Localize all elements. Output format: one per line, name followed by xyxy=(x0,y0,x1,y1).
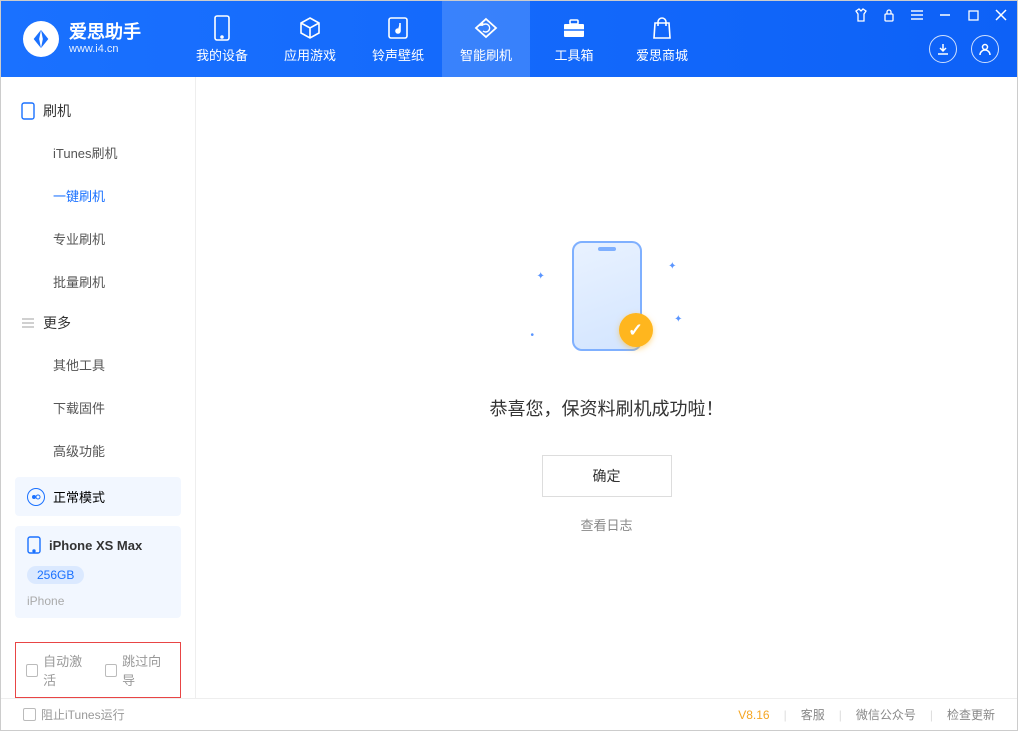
nav-store[interactable]: 爱思商城 xyxy=(618,1,706,77)
sidebar-item-batch-flash[interactable]: 批量刷机 xyxy=(1,260,195,303)
main-content: ✦✦•✦ ✓ 恭喜您，保资料刷机成功啦！ 确定 查看日志 xyxy=(196,77,1017,698)
sidebar: 刷机 iTunes刷机 一键刷机 专业刷机 批量刷机 更多 其他工具 下载固件 … xyxy=(1,77,196,698)
sidebar-item-itunes-flash[interactable]: iTunes刷机 xyxy=(1,131,195,174)
shirt-icon[interactable] xyxy=(853,7,869,23)
list-icon xyxy=(21,317,35,329)
toolbox-icon xyxy=(561,15,587,41)
minimize-button[interactable] xyxy=(937,7,953,23)
refresh-icon xyxy=(473,15,499,41)
sidebar-item-other-tools[interactable]: 其他工具 xyxy=(1,343,195,386)
storage-badge: 256GB xyxy=(27,566,84,584)
sidebar-section-more: 更多 xyxy=(1,303,195,343)
footer-link-wechat[interactable]: 微信公众号 xyxy=(856,706,916,723)
version-label: V8.16 xyxy=(738,708,769,722)
brand-url: www.i4.cn xyxy=(69,43,141,55)
nav-apps[interactable]: 应用游戏 xyxy=(266,1,354,77)
footer-link-support[interactable]: 客服 xyxy=(801,706,825,723)
music-icon xyxy=(385,15,411,41)
auto-activate-checkbox[interactable]: 自动激活 xyxy=(26,651,91,689)
device-mode-box[interactable]: 正常模式 xyxy=(15,477,181,516)
footer-link-update[interactable]: 检查更新 xyxy=(947,706,995,723)
view-log-link[interactable]: 查看日志 xyxy=(580,515,632,534)
bag-icon xyxy=(649,15,675,41)
sidebar-item-advanced[interactable]: 高级功能 xyxy=(1,429,195,472)
sidebar-item-download-firmware[interactable]: 下载固件 xyxy=(1,386,195,429)
phone-small-icon xyxy=(27,536,41,554)
brand-name: 爱思助手 xyxy=(69,23,141,43)
skip-guide-checkbox[interactable]: 跳过向导 xyxy=(105,651,170,689)
top-nav: 我的设备 应用游戏 铃声壁纸 智能刷机 工具箱 爱思商城 xyxy=(178,1,706,77)
lock-icon[interactable] xyxy=(881,7,897,23)
sidebar-item-onekey-flash[interactable]: 一键刷机 xyxy=(1,174,195,217)
device-icon xyxy=(209,15,235,41)
device-name: iPhone XS Max xyxy=(49,538,142,553)
app-header: 爱思助手 www.i4.cn 我的设备 应用游戏 铃声壁纸 智能刷机 工具箱 爱… xyxy=(1,1,1017,77)
window-controls xyxy=(853,7,1009,23)
nav-my-device[interactable]: 我的设备 xyxy=(178,1,266,77)
menu-icon[interactable] xyxy=(909,7,925,23)
device-type: iPhone xyxy=(27,594,64,608)
block-itunes-checkbox[interactable]: 阻止iTunes运行 xyxy=(23,706,125,723)
sidebar-section-flash: 刷机 xyxy=(1,91,195,131)
phone-icon xyxy=(21,102,35,120)
nav-ringtones[interactable]: 铃声壁纸 xyxy=(354,1,442,77)
check-icon: ✓ xyxy=(619,313,653,347)
nav-flash[interactable]: 智能刷机 xyxy=(442,1,530,77)
logo-icon xyxy=(23,21,59,57)
ok-button[interactable]: 确定 xyxy=(542,455,672,497)
close-button[interactable] xyxy=(993,7,1009,23)
device-info-box[interactable]: iPhone XS Max 256GB iPhone xyxy=(15,526,181,618)
success-message: 恭喜您，保资料刷机成功啦！ xyxy=(490,395,724,421)
footer: 阻止iTunes运行 V8.16 | 客服 | 微信公众号 | 检查更新 xyxy=(1,698,1017,730)
user-icon[interactable] xyxy=(971,35,999,63)
highlight-checkbox-row: 自动激活 跳过向导 xyxy=(15,642,181,698)
sidebar-item-pro-flash[interactable]: 专业刷机 xyxy=(1,217,195,260)
mode-icon xyxy=(27,488,45,506)
header-actions xyxy=(929,35,999,63)
success-illustration: ✦✦•✦ ✓ xyxy=(527,241,687,361)
brand-logo: 爱思助手 www.i4.cn xyxy=(1,21,163,57)
cube-icon xyxy=(297,15,323,41)
nav-toolbox[interactable]: 工具箱 xyxy=(530,1,618,77)
maximize-button[interactable] xyxy=(965,7,981,23)
download-icon[interactable] xyxy=(929,35,957,63)
